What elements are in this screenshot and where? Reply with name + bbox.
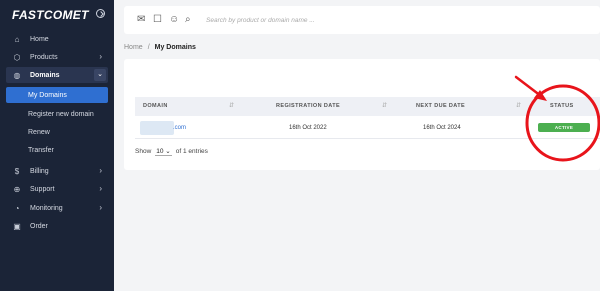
page-size-value: 10: [156, 148, 164, 155]
page-title: My Domains: [154, 44, 196, 51]
chevron-right-icon: ›: [99, 52, 102, 61]
table-footer: Show 10 ⌄ of 1 entries: [135, 147, 208, 156]
lifebuoy-icon: ⊕: [13, 184, 21, 194]
collapse-sidebar-icon[interactable]: [96, 9, 105, 18]
sidebar-item-label: Order: [30, 222, 48, 230]
column-header-next-due-date[interactable]: NEXT DUE DATE: [416, 103, 465, 109]
sidebar-item-billing[interactable]: $ Billing ›: [6, 163, 108, 179]
sidebar-subitem-transfer[interactable]: Transfer: [6, 142, 108, 158]
chat-icon[interactable]: ☐: [153, 15, 162, 25]
breadcrumb: Home / My Domains: [124, 44, 196, 51]
support-icon[interactable]: ☺: [169, 15, 179, 25]
sidebar-item-monitoring[interactable]: ◔ Monitoring ›: [6, 200, 108, 216]
show-label: Show: [135, 148, 152, 155]
home-icon: ⌂: [14, 34, 20, 44]
sidebar-subitem-label: Register new domain: [28, 110, 94, 118]
sidebar-item-order[interactable]: ▣ Order: [6, 218, 108, 234]
sidebar-item-label: Domains: [30, 71, 60, 79]
sidebar-subitem-label: My Domains: [28, 91, 67, 99]
sidebar-subitem-label: Renew: [28, 128, 50, 136]
sidebar-item-label: Home: [30, 35, 49, 43]
column-header-status[interactable]: STATUS: [550, 103, 574, 109]
registration-date: 16th Oct 2022: [289, 125, 327, 131]
breadcrumb-home[interactable]: Home: [124, 44, 143, 51]
domain-link[interactable]: .com: [173, 125, 186, 131]
chevron-right-icon: ›: [99, 166, 102, 175]
chevron-right-icon: ›: [99, 203, 102, 212]
column-header-registration-date[interactable]: REGISTRATION DATE: [276, 103, 340, 109]
sort-icon[interactable]: ⇵: [229, 102, 234, 109]
search-icon[interactable]: ⌕: [185, 15, 191, 25]
next-due-date: 16th Oct 2024: [423, 125, 461, 131]
brand-logo[interactable]: FASTCOMET: [12, 8, 89, 22]
sidebar-subitem-renew[interactable]: Renew: [6, 124, 108, 140]
calendar-icon: ▣: [13, 221, 21, 231]
mail-icon[interactable]: ✉: [137, 15, 145, 25]
table-row[interactable]: .com 16th Oct 2022 16th Oct 2024 ACTIVE: [135, 117, 600, 139]
chevron-right-icon: ›: [99, 184, 102, 193]
sidebar-item-support[interactable]: ⊕ Support ›: [6, 181, 108, 197]
gauge-icon: ◔: [14, 203, 20, 213]
sort-icon[interactable]: ⇵: [516, 102, 521, 109]
sidebar-item-label: Billing: [30, 167, 49, 175]
search-input[interactable]: [206, 14, 406, 26]
sort-icon[interactable]: ⇵: [382, 102, 387, 109]
sidebar: FASTCOMET ⌂ Home ⬡ Products › ◍ Domains …: [0, 0, 114, 291]
chevron-down-icon[interactable]: ⌄: [94, 69, 106, 81]
sidebar-subitem-my-domains[interactable]: My Domains: [6, 87, 108, 103]
globe-icon: ◍: [13, 70, 21, 80]
table-header: DOMAIN ⇵ REGISTRATION DATE ⇵ NEXT DUE DA…: [135, 97, 600, 116]
domains-card: DOMAIN ⇵ REGISTRATION DATE ⇵ NEXT DUE DA…: [124, 59, 600, 170]
sidebar-item-label: Monitoring: [30, 204, 63, 212]
sidebar-item-domains[interactable]: ◍ Domains ⌄: [6, 67, 108, 83]
page-size-select[interactable]: 10 ⌄: [155, 147, 172, 156]
sidebar-item-products[interactable]: ⬡ Products ›: [6, 49, 108, 65]
breadcrumb-separator: /: [147, 44, 150, 51]
top-bar: ✉ ☐ ☺ ⌕: [124, 6, 600, 34]
sidebar-subitem-label: Transfer: [28, 146, 54, 154]
box-icon: ⬡: [13, 52, 21, 62]
sidebar-item-label: Support: [30, 185, 55, 193]
column-header-domain[interactable]: DOMAIN: [143, 103, 168, 109]
entries-count: of 1 entries: [175, 148, 208, 155]
sidebar-subitem-register-domain[interactable]: Register new domain: [6, 106, 108, 122]
sidebar-item-home[interactable]: ⌂ Home: [6, 31, 108, 47]
dollar-icon: $: [14, 166, 20, 176]
status-badge: ACTIVE: [538, 123, 590, 132]
sidebar-item-label: Products: [30, 53, 58, 61]
redacted-domain-name: [140, 121, 174, 135]
